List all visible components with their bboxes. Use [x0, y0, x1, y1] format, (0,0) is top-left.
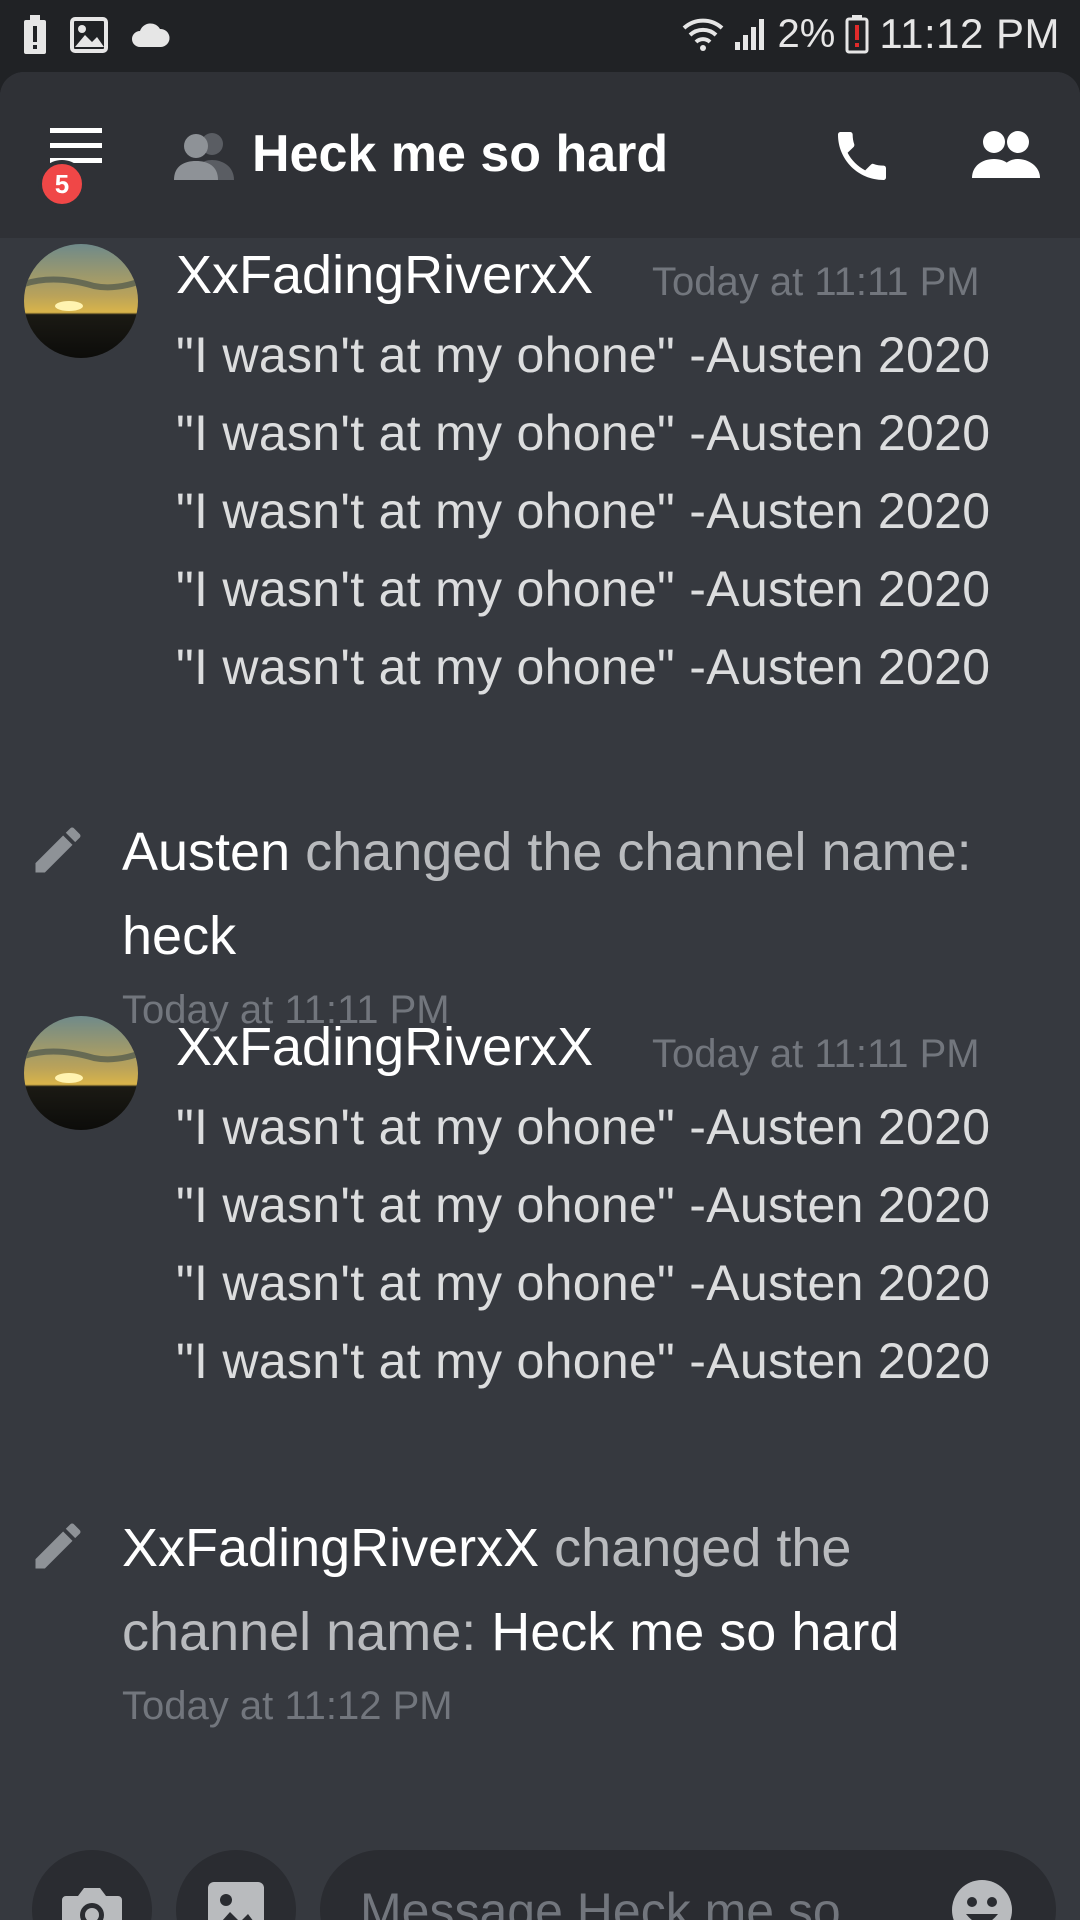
system-timestamp: Today at 11:12 PM: [122, 1684, 453, 1728]
system-action: changed the channel name:: [290, 822, 972, 882]
avatar[interactable]: [24, 1016, 138, 1130]
battery-percent: 2%: [777, 11, 836, 56]
clock: 11:12 PM: [879, 10, 1060, 57]
message-line: "I wasn't at my ohone" -Austen 2020: [176, 1333, 991, 1389]
system-new-name: heck: [122, 906, 237, 966]
battery-low-icon: [845, 15, 869, 54]
camera-button[interactable]: [32, 1850, 152, 1920]
camera-icon: [62, 1888, 122, 1920]
signal-icon: [734, 19, 764, 50]
channel-header: 5 Heck me so hard: [0, 72, 1080, 238]
status-right: 2% 11:12 PM: [682, 10, 1060, 58]
message-composer: Message Heck me so ...: [0, 1762, 1080, 1920]
channel-title: Heck me so hard: [252, 125, 669, 183]
message-line: "I wasn't at my ohone" -Austen 2020: [176, 1099, 991, 1155]
message-line: "I wasn't at my ohone" -Austen 2020: [176, 1255, 991, 1311]
message-input[interactable]: Message Heck me so ...: [320, 1850, 1056, 1920]
group-dm-icon: [172, 130, 236, 187]
image-icon: [208, 1882, 264, 1920]
system-message-text: Austen changed the channel name: heck: [122, 810, 1022, 978]
status-bar: 2% 11:12 PM: [0, 0, 1080, 72]
emoji-button[interactable]: [950, 1878, 1014, 1920]
pencil-icon: [35, 827, 81, 873]
battery-alert-icon: [24, 15, 46, 54]
emoji-icon: [952, 1880, 1012, 1920]
message-line: "I wasn't at my ohone" -Austen 2020: [176, 561, 991, 617]
app-panel: 5 Heck me so hard XxFadingRiverxX Today …: [0, 72, 1080, 1920]
system-message-text: XxFadingRiverxX changed the channel name…: [122, 1506, 1022, 1674]
system-actor[interactable]: XxFadingRiverxX: [122, 1518, 539, 1578]
message-input-placeholder: Message Heck me so ...: [360, 1883, 897, 1920]
members-icon: [972, 131, 1040, 178]
message-line: "I wasn't at my ohone" -Austen 2020: [176, 483, 991, 539]
message-author[interactable]: XxFadingRiverxX: [176, 244, 593, 306]
status-left-icons: [22, 14, 170, 56]
wifi-icon: [682, 18, 723, 51]
avatar[interactable]: [24, 244, 138, 358]
message-author[interactable]: XxFadingRiverxX: [176, 1016, 593, 1078]
cloud-icon: [132, 23, 170, 47]
gallery-button[interactable]: [176, 1850, 296, 1920]
system-actor[interactable]: Austen: [122, 822, 290, 882]
pencil-icon: [35, 1523, 81, 1569]
phone-icon: [838, 132, 886, 180]
system-new-name: Heck me so hard: [491, 1602, 900, 1662]
message-line: "I wasn't at my ohone" -Austen 2020: [176, 639, 991, 695]
message-timestamp: Today at 11:11 PM: [652, 260, 980, 304]
image-icon: [70, 17, 108, 53]
call-button[interactable]: [830, 124, 894, 193]
unread-badge: 5: [38, 160, 86, 208]
message-timestamp: Today at 11:11 PM: [652, 1032, 980, 1076]
message-line: "I wasn't at my ohone" -Austen 2020: [176, 405, 991, 461]
message-line: "I wasn't at my ohone" -Austen 2020: [176, 327, 991, 383]
message-line: "I wasn't at my ohone" -Austen 2020: [176, 1177, 991, 1233]
members-button[interactable]: [970, 128, 1042, 189]
